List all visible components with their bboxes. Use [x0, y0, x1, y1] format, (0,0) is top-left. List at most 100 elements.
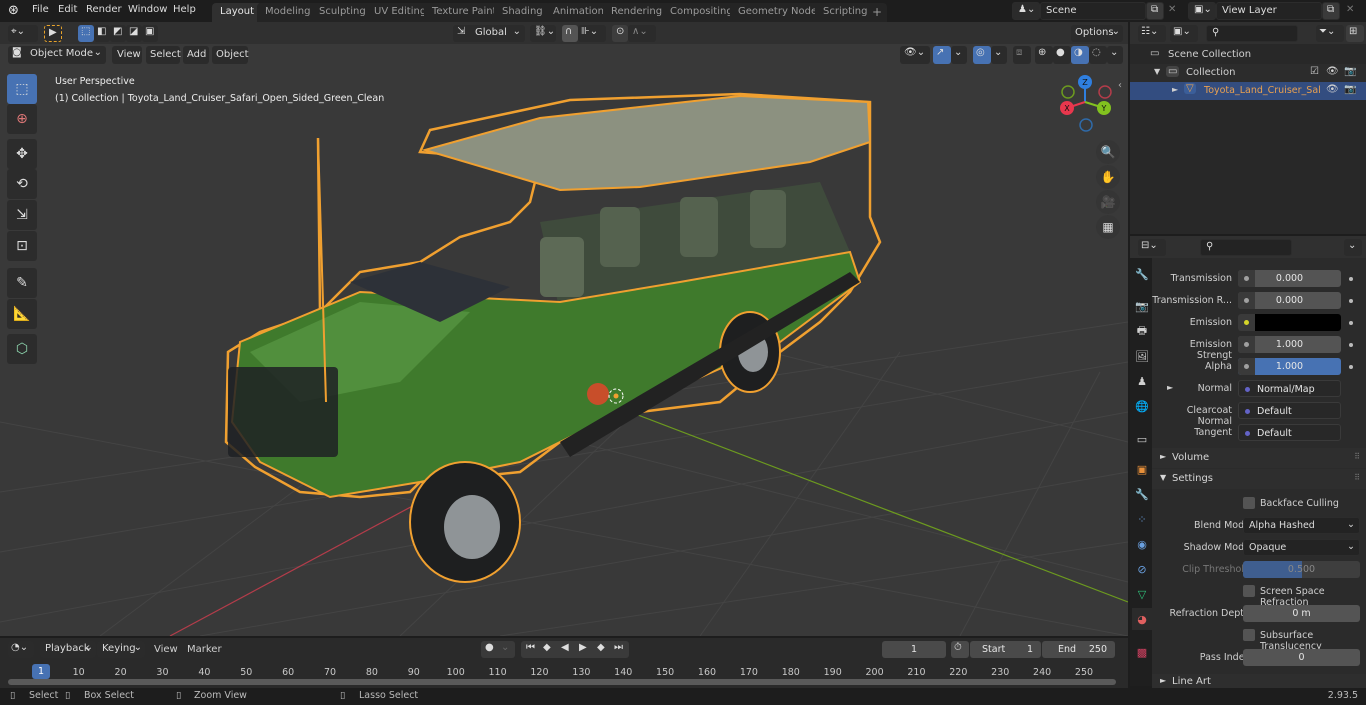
playhead[interactable]: 1: [32, 664, 50, 679]
input-field[interactable]: 1.000: [1238, 336, 1341, 353]
neg-y-axis-handle[interactable]: [1061, 85, 1075, 99]
input-field[interactable]: Default: [1238, 402, 1341, 419]
subsurface-translucency-checkbox[interactable]: [1243, 629, 1255, 641]
proportional-edit-toggle[interactable]: ⊙: [612, 25, 628, 42]
eye-icon[interactable]: 👁: [1326, 66, 1339, 77]
refraction-depth-field[interactable]: 0 m: [1243, 605, 1360, 622]
mode-new-button[interactable]: ⬚: [78, 25, 94, 42]
camera-render-icon[interactable]: 📷: [1344, 66, 1356, 77]
view-layer-name-field[interactable]: View Layer: [1216, 2, 1322, 20]
jump-start-icon[interactable]: ⏮: [526, 642, 535, 653]
tab-physics[interactable]: ◉: [1132, 533, 1152, 555]
outliner-row-object[interactable]: ► ▽ Toyota_Land_Cruiser_Sal 👁 📷: [1130, 82, 1366, 100]
drag-handle-icon[interactable]: ⠿: [1354, 473, 1360, 482]
tab-rendering[interactable]: Rendering: [603, 3, 671, 22]
menu-view[interactable]: View: [112, 46, 142, 64]
timeline-scrollbar[interactable]: [8, 679, 1116, 685]
shading-solid-button[interactable]: ●: [1053, 46, 1071, 64]
filter-dropdown[interactable]: ⏷⌄: [1316, 25, 1344, 42]
falloff-dropdown[interactable]: ∧⌄: [628, 25, 656, 42]
shadow-mode-dropdown[interactable]: Opaque ⌄: [1243, 539, 1360, 556]
3d-viewport[interactable]: ⌖⌄ ▶ ⬚ ◧ ◩ ◪ ▣ ⇲ Global ⌄ ⛓⌄ ∩ ⊪⌄ ⊙ ∧⌄ O…: [0, 22, 1128, 636]
editor-type-button[interactable]: ⌖⌄: [8, 25, 38, 42]
expand-arrow-icon[interactable]: ▼: [1154, 67, 1160, 76]
tool-scale[interactable]: ⇲: [7, 200, 37, 230]
tab-modifiers[interactable]: 🔧: [1132, 483, 1152, 505]
new-scene-button[interactable]: ⧉: [1146, 2, 1164, 20]
tool-select-box[interactable]: ⬚: [7, 74, 37, 104]
blend-mode-dropdown[interactable]: Alpha Hashed ⌄: [1243, 517, 1360, 534]
overlays-dropdown[interactable]: ⌄: [991, 46, 1007, 64]
current-frame-field[interactable]: 1: [882, 641, 946, 658]
keyframe-dot-icon[interactable]: [1349, 321, 1353, 325]
tab-texture[interactable]: ▩: [1132, 641, 1152, 663]
overlays-toggle[interactable]: ◎: [973, 46, 991, 64]
input-field[interactable]: Default: [1238, 424, 1341, 441]
keyframe-dot-icon[interactable]: [1349, 365, 1353, 369]
jump-end-icon[interactable]: ⏭: [614, 642, 623, 653]
tab-view-layer[interactable]: 🖼: [1132, 345, 1152, 367]
timeline-editor-type[interactable]: ◔⌄: [8, 641, 34, 658]
tab-render[interactable]: 📷: [1132, 295, 1152, 317]
tool-cursor[interactable]: ⊕: [7, 104, 37, 134]
outliner-row-collection[interactable]: ▼ ▭ Collection ☑ 👁 📷: [1130, 64, 1366, 82]
input-field[interactable]: [1238, 314, 1341, 331]
menu-add[interactable]: Add: [183, 46, 209, 64]
transform-orientation-dropdown[interactable]: ⇲ Global ⌄: [453, 25, 525, 42]
tab-data[interactable]: ▽: [1132, 583, 1152, 605]
tool-move[interactable]: ✥: [7, 139, 37, 169]
play-icon[interactable]: ▶: [579, 642, 587, 653]
camera-view-button[interactable]: 🎥: [1096, 190, 1120, 214]
scene-selector-button[interactable]: ♟⌄: [1012, 2, 1040, 20]
mode-extend-button[interactable]: ◧: [94, 25, 110, 42]
socket-icon[interactable]: [1244, 342, 1249, 347]
navigation-gizmo[interactable]: Z X Y: [1055, 72, 1127, 142]
display-mode-dropdown[interactable]: ☷⌄: [1138, 25, 1166, 42]
menu-help[interactable]: Help: [173, 4, 196, 15]
menu-window[interactable]: Window: [128, 4, 167, 15]
tool-transform[interactable]: ⊡: [7, 231, 37, 261]
gizmo-dropdown[interactable]: ⌄: [951, 46, 967, 64]
volume-panel-header[interactable]: ► Volume ⠿: [1152, 448, 1366, 468]
tab-scene[interactable]: ♟: [1132, 370, 1152, 392]
tab-modeling[interactable]: Modeling: [257, 3, 319, 22]
zoom-view-button[interactable]: 🔍: [1096, 140, 1120, 164]
input-field[interactable]: 0.000: [1238, 270, 1341, 287]
outliner-row-scene-collection[interactable]: ▭ Scene Collection: [1130, 46, 1366, 64]
mode-subtract-button[interactable]: ◩: [110, 25, 126, 42]
filter-view-dropdown[interactable]: ▣⌄: [1170, 25, 1198, 42]
keyframe-dot-icon[interactable]: [1349, 343, 1353, 347]
keyframe-dot-icon[interactable]: [1349, 299, 1353, 303]
neg-x-axis-handle[interactable]: [1098, 85, 1112, 99]
tab-object[interactable]: ▣: [1132, 458, 1152, 480]
tab-material[interactable]: ◕: [1132, 608, 1152, 630]
tab-collection[interactable]: ▭: [1132, 428, 1152, 450]
sidebar-toggle-icon[interactable]: ‹: [1118, 80, 1122, 91]
play-reverse-icon[interactable]: ◀: [561, 642, 569, 653]
neg-z-axis-handle[interactable]: [1079, 118, 1093, 132]
expand-arrow-icon[interactable]: ►: [1172, 85, 1178, 94]
mode-intersect-button[interactable]: ▣: [142, 25, 158, 42]
expand-arrow-icon[interactable]: ►: [1167, 383, 1173, 392]
socket-icon[interactable]: [1245, 387, 1250, 392]
tab-shading[interactable]: Shading: [494, 3, 551, 22]
tab-animation[interactable]: Animation: [545, 3, 612, 22]
pass-index-field[interactable]: 0: [1243, 649, 1360, 666]
input-field[interactable]: 1.000: [1238, 358, 1341, 375]
tab-layout[interactable]: Layout: [212, 3, 262, 22]
next-keyframe-icon[interactable]: ◆: [597, 642, 605, 653]
visibility-dropdown[interactable]: 👁⌄: [900, 46, 930, 64]
playback-dropdown[interactable]: Playback ⌄: [40, 641, 96, 658]
socket-icon[interactable]: [1244, 320, 1249, 325]
properties-search-input[interactable]: ⚲: [1200, 239, 1292, 256]
tab-compositing[interactable]: Compositing: [662, 3, 741, 22]
tab-particles[interactable]: ⁘: [1132, 508, 1152, 530]
keyframe-dot-icon[interactable]: [1349, 277, 1353, 281]
delete-view-layer-icon[interactable]: ✕: [1346, 4, 1354, 15]
mode-invert-button[interactable]: ◪: [126, 25, 142, 42]
exclude-checkbox-icon[interactable]: ☑: [1310, 66, 1319, 77]
tool-measure[interactable]: 📐: [7, 299, 37, 329]
end-frame-field[interactable]: End 250: [1042, 641, 1115, 658]
color-swatch[interactable]: [1255, 314, 1341, 331]
input-field[interactable]: Normal/Map: [1238, 380, 1341, 397]
